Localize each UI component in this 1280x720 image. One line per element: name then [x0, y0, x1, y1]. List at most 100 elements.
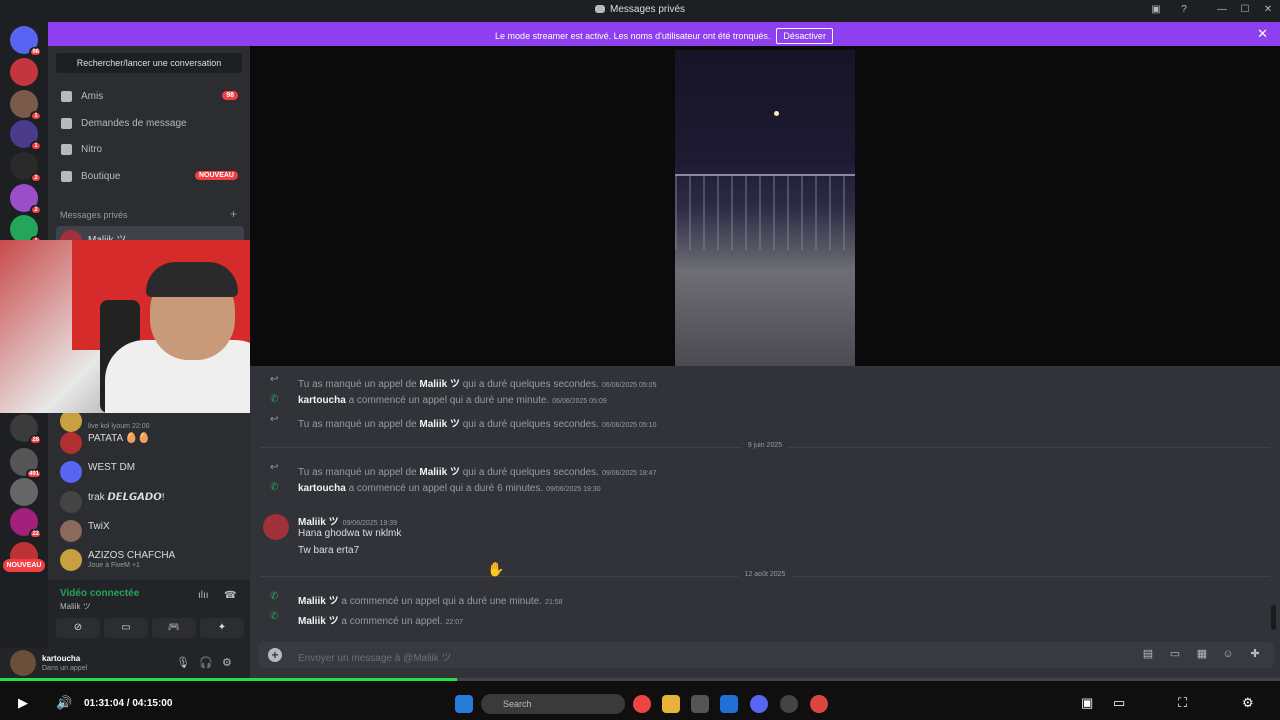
- sticker-icon[interactable]: ▦: [1196, 648, 1208, 660]
- camera-off-button[interactable]: ⊘: [56, 618, 100, 638]
- event-user[interactable]: kartoucha: [298, 395, 346, 406]
- dm-list-item[interactable]: WEST DM: [56, 457, 244, 487]
- server-avatar-icon[interactable]: 1: [10, 120, 42, 151]
- event-post: qui a duré quelques secondes.: [459, 467, 599, 478]
- message-author[interactable]: Maliik ツ 09/06/2025 19:39: [298, 513, 397, 528]
- message-composer[interactable]: + Envoyer un message à @Maliik ツ ▤ ▭ ▦ ☺…: [258, 642, 1274, 668]
- scrollbar[interactable]: [1271, 605, 1276, 630]
- gif-icon[interactable]: ▭: [1169, 648, 1181, 660]
- nav-item-3[interactable]: Boutique NOUVEAU: [56, 165, 244, 189]
- soundboard-button[interactable]: ✦: [200, 618, 244, 638]
- mic-icon[interactable]: 🎙: [176, 656, 190, 669]
- video-call-area[interactable]: [250, 46, 1280, 366]
- close-window-button[interactable]: ✕: [1260, 3, 1276, 17]
- dm-name: WEST DM: [88, 462, 136, 473]
- avatar: [60, 461, 82, 483]
- search-conversation-button[interactable]: Rechercher/lancer une conversation: [56, 53, 242, 73]
- add-dm-icon[interactable]: +: [230, 207, 237, 221]
- question-server-icon[interactable]: 2: [10, 152, 42, 183]
- dm-list-item[interactable]: PATATA 🥚🥚: [56, 428, 244, 458]
- emoji-icon[interactable]: ☺: [1222, 648, 1234, 660]
- call-icon: ✆: [270, 482, 279, 493]
- volume-icon[interactable]: 🔊: [56, 695, 72, 711]
- discord-taskbar-icon[interactable]: [750, 695, 768, 713]
- event-pre: Tu as manqué un appel de: [298, 467, 420, 478]
- event-post: a commencé un appel qui a duré une minut…: [345, 395, 550, 406]
- minimize-button[interactable]: —: [1214, 3, 1230, 17]
- attach-plus-icon[interactable]: +: [268, 648, 282, 662]
- nav-label: Boutique: [81, 170, 121, 182]
- server-avatar-icon[interactable]: 28: [10, 414, 42, 445]
- help-icon[interactable]: ?: [1176, 3, 1192, 17]
- headset-icon[interactable]: 🎧: [199, 656, 213, 669]
- server-avatar-icon[interactable]: 491: [10, 448, 42, 479]
- disable-button[interactable]: Désactiver: [776, 28, 833, 44]
- notification-badge: 22: [29, 529, 42, 539]
- nav-item-0[interactable]: Amis 98: [56, 85, 244, 109]
- close-banner-icon[interactable]: ✕: [1257, 26, 1268, 42]
- dm-list-item[interactable]: AZIZOS CHAFCHA Joue à FiveM +1: [56, 545, 244, 575]
- missed-call-icon: ↩: [270, 462, 279, 473]
- progress-bar[interactable]: [0, 678, 1280, 681]
- play-icon[interactable]: ▶: [18, 695, 28, 711]
- server-avatar-icon[interactable]: 1: [10, 90, 42, 121]
- event-user[interactable]: kartoucha: [298, 483, 346, 494]
- headphones: [146, 262, 238, 297]
- discord-home-icon[interactable]: 98: [10, 26, 42, 57]
- apps-icon[interactable]: ✚: [1249, 648, 1261, 660]
- windows-start-icon[interactable]: [455, 695, 473, 713]
- friends-icon: [61, 91, 72, 102]
- outlook-icon[interactable]: [720, 695, 738, 713]
- miniplayer-icon[interactable]: ▣: [1081, 695, 1093, 711]
- maximize-button[interactable]: ☐: [1237, 3, 1253, 17]
- soundboard-icon[interactable]: ılıı: [198, 590, 209, 601]
- group-icon[interactable]: 2: [10, 184, 42, 215]
- date-divider: 9 juin 2025: [260, 442, 1270, 449]
- activity-button[interactable]: 🎮: [152, 618, 196, 638]
- theater-icon[interactable]: ▭: [1113, 695, 1125, 711]
- event-user[interactable]: Maliik ツ: [419, 419, 460, 430]
- video-player-bar: ▶ 🔊 01:31:04 / 04:15:00 Search ▣ ▭ ⛶ ⚙: [0, 678, 1280, 720]
- event-user[interactable]: Maliik ツ: [298, 616, 339, 627]
- browser-icon[interactable]: [810, 695, 828, 713]
- nav-label: Nitro: [81, 144, 103, 155]
- group-icon[interactable]: 1: [10, 215, 42, 246]
- author-name[interactable]: Maliik ツ: [298, 517, 339, 528]
- event-user[interactable]: Maliik ツ: [419, 467, 460, 478]
- taskbar-search[interactable]: Search: [481, 694, 625, 714]
- event-user[interactable]: Maliik ツ: [298, 596, 339, 607]
- nav-item-1[interactable]: Demandes de message: [56, 112, 244, 136]
- event-pre: Tu as manqué un appel de: [298, 379, 420, 390]
- app-icon[interactable]: [780, 695, 798, 713]
- screen-share-button[interactable]: ▭: [104, 618, 148, 638]
- event-user[interactable]: Maliik ツ: [419, 379, 460, 390]
- call-icon: ✆: [270, 394, 279, 405]
- server-avatar-icon[interactable]: [10, 58, 38, 86]
- date-divider: 12 août 2025: [260, 571, 1270, 578]
- gift-icon[interactable]: ▤: [1142, 648, 1154, 660]
- settings-icon[interactable]: ⚙: [1242, 695, 1254, 711]
- settings-gear-icon[interactable]: ⚙: [222, 656, 232, 669]
- nav-label: Demandes de message: [81, 117, 187, 129]
- notification-badge: 2: [30, 173, 42, 183]
- server-avatar-icon[interactable]: [10, 478, 38, 506]
- message-timestamp: 09/06/2025 19:39: [342, 520, 398, 527]
- store-icon[interactable]: [691, 695, 709, 713]
- player-time: 01:31:04 / 04:15:00: [84, 698, 173, 709]
- chrome-icon[interactable]: [633, 695, 651, 713]
- hangup-icon[interactable]: ☎: [224, 590, 236, 601]
- avatar[interactable]: [10, 650, 36, 676]
- progress-fill: [0, 678, 457, 681]
- nav-item-2[interactable]: Nitro: [56, 138, 244, 162]
- call-icon: ✆: [270, 591, 279, 602]
- dm-list-item[interactable]: trak 𝘿𝙀𝙇𝙂𝘼𝘿𝙊!: [56, 487, 244, 517]
- notification-badge: 491: [25, 469, 42, 479]
- dm-list-item[interactable]: TwiX: [56, 516, 244, 546]
- folder-icon[interactable]: [662, 695, 680, 713]
- screen-icon[interactable]: ▣: [1148, 3, 1164, 17]
- composer-placeholder[interactable]: Envoyer un message à @Maliik ツ: [298, 649, 452, 664]
- avatar[interactable]: [263, 514, 289, 540]
- server-avatar-icon[interactable]: 22: [10, 508, 42, 539]
- fullscreen-icon[interactable]: ⛶: [1178, 695, 1187, 711]
- dm-header: Messages privés: [60, 210, 128, 220]
